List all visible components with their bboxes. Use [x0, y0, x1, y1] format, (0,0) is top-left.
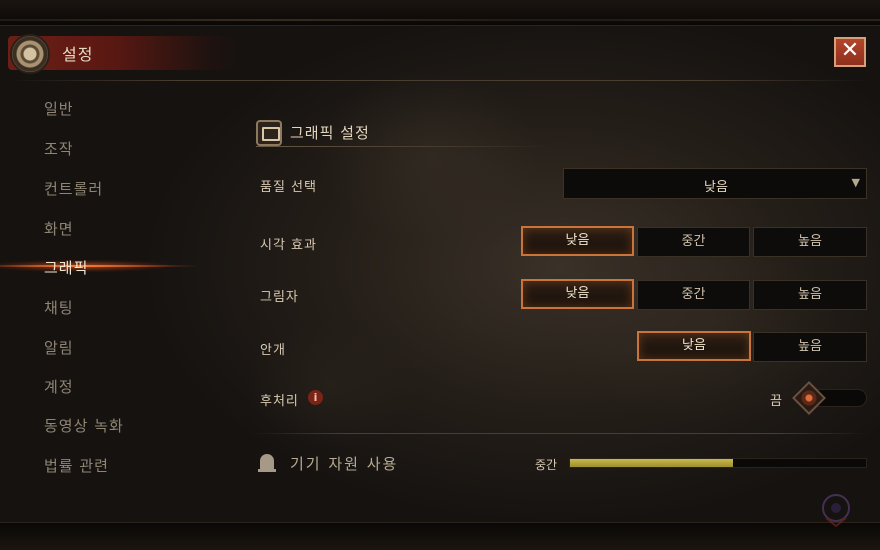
- page-title: 설정: [62, 45, 94, 64]
- sidebar-item-notifications[interactable]: 알림: [44, 337, 74, 358]
- bottom-frame: [0, 522, 880, 550]
- sidebar-item-controller[interactable]: 컨트롤러: [44, 178, 103, 199]
- top-frame: [0, 0, 880, 26]
- quality-select-value: 낮음: [704, 180, 728, 195]
- sidebar-item-account[interactable]: 계정: [44, 376, 74, 397]
- sidebar-item-controls[interactable]: 조작: [44, 138, 74, 159]
- visual-effects-label: 시각 효과: [260, 238, 317, 253]
- sidebar-item-graphics[interactable]: 그래픽: [44, 257, 88, 278]
- sidebar-item-chat[interactable]: 채팅: [44, 297, 74, 318]
- bell-icon: [258, 454, 276, 472]
- post-processing-toggle-label: 끔: [770, 394, 782, 409]
- visual-effects-medium-option[interactable]: 중간: [637, 227, 750, 257]
- device-resources-level: 중간: [535, 458, 558, 472]
- shadows-high-option[interactable]: 높음: [753, 280, 867, 310]
- sidebar-item-general[interactable]: 일반: [44, 98, 74, 119]
- info-icon[interactable]: i: [308, 390, 323, 405]
- shadows-label: 그림자: [260, 290, 299, 305]
- sidebar-item-video-recording[interactable]: 동영상 녹화: [44, 415, 124, 436]
- close-button[interactable]: ✕: [834, 37, 866, 67]
- section-title: 그래픽 설정: [290, 124, 370, 142]
- fog-high-option[interactable]: 높음: [753, 332, 867, 362]
- header-divider: [8, 80, 870, 81]
- sidebar-item-display[interactable]: 화면: [44, 218, 74, 239]
- sidebar-active-underline: [0, 265, 200, 267]
- game-logo-icon: [822, 494, 850, 528]
- device-resources-label: 기기 자원 사용: [290, 455, 399, 473]
- device-resources-bar: [569, 458, 867, 468]
- device-resources-bar-fill: [570, 459, 733, 467]
- section-divider: [252, 433, 868, 434]
- shadows-low-option[interactable]: 낮음: [521, 279, 634, 309]
- quality-label: 품질 선택: [260, 180, 317, 195]
- quality-select[interactable]: 낮음 ▼: [563, 168, 867, 199]
- fog-low-option[interactable]: 낮음: [637, 331, 751, 361]
- gear-icon: [10, 34, 50, 74]
- image-icon: [256, 120, 282, 146]
- sidebar-item-legal[interactable]: 법률 관련: [44, 455, 109, 476]
- section-underline: [256, 146, 556, 147]
- visual-effects-high-option[interactable]: 높음: [753, 227, 867, 257]
- shadows-medium-option[interactable]: 중간: [637, 280, 750, 310]
- fog-label: 안개: [260, 343, 286, 358]
- chevron-down-icon: ▼: [851, 176, 860, 189]
- post-processing-label: 후처리: [260, 394, 299, 409]
- visual-effects-low-option[interactable]: 낮음: [521, 226, 634, 256]
